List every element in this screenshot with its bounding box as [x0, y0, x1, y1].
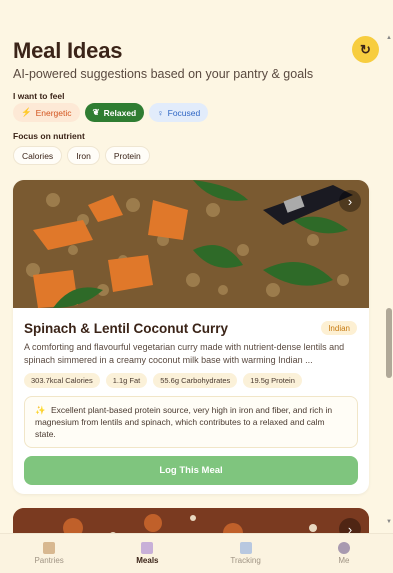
- next-card-chevron[interactable]: ›: [339, 518, 361, 533]
- mood-chip-energetic[interactable]: ⚡ Energetic: [13, 103, 80, 122]
- chevron-right-icon: ›: [347, 521, 353, 534]
- header: Meal Ideas AI-powered suggestions based …: [13, 38, 380, 81]
- box-icon: [43, 542, 56, 554]
- meal-name: Spinach & Lentil Coconut Curry: [24, 321, 229, 336]
- nutrient-chip-row: Calories Iron Protein: [13, 146, 150, 165]
- nav-item-pantries[interactable]: Pantries: [0, 534, 98, 573]
- next-meal-button[interactable]: ›: [339, 190, 361, 212]
- scroll-up-arrow[interactable]: ▲: [386, 35, 392, 41]
- nav-label: Pantries: [34, 556, 64, 565]
- bulb-icon: ♀: [157, 107, 164, 118]
- mood-chip-label: Focused: [167, 107, 201, 118]
- next-meal-card-preview[interactable]: ›: [13, 508, 369, 533]
- nav-item-me[interactable]: Me: [295, 534, 393, 573]
- meal-photo: [13, 180, 369, 308]
- sparkle-icon: ✨: [35, 405, 46, 415]
- nav-item-meals[interactable]: Meals: [98, 534, 196, 573]
- nutrition-row: 303.7kcal Calories 1.1g Fat 55.6g Carboh…: [24, 373, 302, 388]
- leaf-icon: ❦: [92, 107, 100, 117]
- nutrient-chip-protein[interactable]: Protein: [104, 146, 150, 165]
- scrollbar-thumb[interactable]: [386, 308, 392, 378]
- mood-chip-relaxed[interactable]: ❦ Relaxed: [84, 103, 145, 122]
- nutrition-chip-calories: 303.7kcal Calories: [24, 373, 100, 388]
- nutrition-chip-fat: 1.1g Fat: [105, 373, 148, 388]
- scroll-down-arrow[interactable]: ▼: [386, 519, 392, 525]
- next-meal-photo: [13, 508, 369, 533]
- scrollbar[interactable]: ▲ ▼: [386, 35, 392, 525]
- chart-icon: [239, 542, 252, 554]
- nutrient-label: Focus on nutrient: [13, 131, 85, 141]
- nav-item-tracking[interactable]: Tracking: [197, 534, 295, 573]
- meals-icon: [141, 542, 154, 554]
- nutrient-chip-iron[interactable]: Iron: [67, 146, 100, 165]
- scroll-area[interactable]: Meal Ideas AI-powered suggestions based …: [0, 0, 393, 533]
- meal-description: A comforting and flavourful vegetarian c…: [24, 342, 345, 365]
- mood-chip-label: Relaxed: [103, 107, 137, 118]
- chevron-right-icon: ›: [347, 193, 353, 209]
- person-icon: [337, 542, 350, 554]
- insight-text: Excellent plant-based protein source, ve…: [35, 405, 333, 439]
- nav-label: Tracking: [230, 556, 261, 565]
- nutrition-chip-carbohydrates: 55.6g Carbohydrates: [153, 373, 238, 388]
- nutrient-chip-label: Calories: [22, 150, 54, 161]
- nutrient-chip-calories[interactable]: Calories: [13, 146, 63, 165]
- nutrient-chip-label: Iron: [76, 150, 91, 161]
- mood-label: I want to feel: [13, 91, 65, 101]
- refresh-button[interactable]: ↻: [352, 36, 379, 63]
- meal-card: › Spinach & Lentil Coconut Curry Indian …: [13, 180, 369, 494]
- page-subtitle: AI-powered suggestions based on your pan…: [13, 67, 314, 81]
- insight-box: ✨ Excellent plant-based protein source, …: [24, 396, 358, 448]
- mood-chip-row: ⚡ Energetic ❦ Relaxed ♀ Focused: [13, 103, 209, 122]
- nutrition-chip-protein: 19.5g Protein: [243, 373, 302, 388]
- page-title: Meal Ideas: [13, 38, 123, 63]
- nutrient-chip-label: Protein: [113, 150, 141, 161]
- nav-label: Meals: [136, 556, 159, 565]
- log-meal-button[interactable]: Log This Meal: [24, 456, 358, 485]
- nav-label: Me: [338, 556, 350, 565]
- refresh-icon: ↻: [360, 41, 371, 57]
- cuisine-badge: Indian: [321, 321, 357, 335]
- bolt-icon: ⚡: [21, 107, 32, 117]
- bottom-nav: Pantries Meals Tracking Me: [0, 533, 393, 573]
- mood-chip-focused[interactable]: ♀ Focused: [149, 103, 209, 122]
- mood-chip-label: Energetic: [35, 107, 72, 118]
